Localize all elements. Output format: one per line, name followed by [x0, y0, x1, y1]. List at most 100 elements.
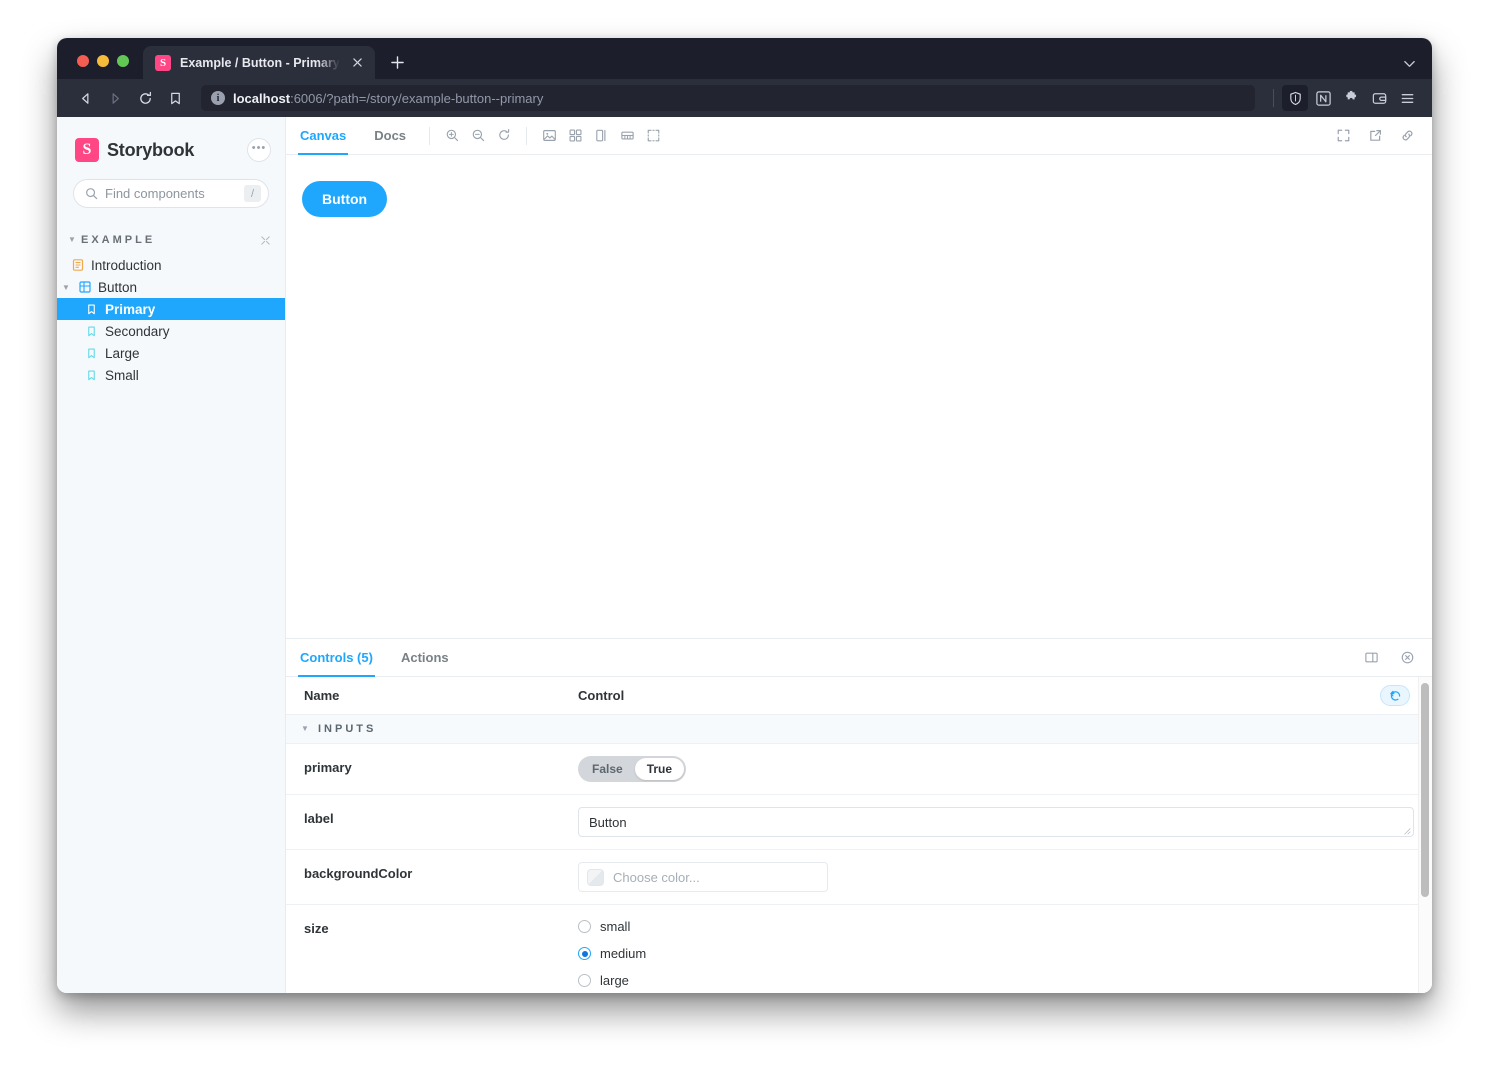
brave-shields-icon[interactable] — [1282, 85, 1308, 111]
color-swatch-icon[interactable] — [587, 868, 604, 886]
reset-controls-icon[interactable] — [1380, 685, 1410, 706]
window-close-button[interactable] — [77, 55, 89, 67]
radio-option-small[interactable]: small — [578, 919, 1414, 934]
open-in-new-tab-icon[interactable] — [1362, 123, 1388, 149]
close-panel-icon[interactable] — [1394, 645, 1420, 671]
sidebar-item-button[interactable]: ▼ Button — [57, 276, 285, 298]
radio-icon[interactable] — [578, 920, 591, 933]
panel-scrollbar-track[interactable] — [1418, 677, 1432, 993]
control-row-size: size small medium large — [286, 904, 1432, 993]
control-name-cell: primary — [286, 743, 578, 795]
window-maximize-button[interactable] — [117, 55, 129, 67]
browser-tab[interactable]: S Example / Button - Primary • St — [143, 46, 375, 79]
toggle-option-false[interactable]: False — [580, 758, 635, 780]
outline-icon[interactable] — [614, 123, 640, 149]
column-header-control-label: Control — [578, 688, 625, 703]
collapse-all-icon[interactable] — [260, 235, 271, 246]
document-icon — [71, 259, 84, 272]
panel-position-icon[interactable] — [1358, 645, 1384, 671]
background-color-input[interactable]: Choose color... — [578, 862, 828, 892]
tab-canvas[interactable]: Canvas — [286, 117, 360, 155]
panel-scrollbar-thumb[interactable] — [1421, 683, 1429, 897]
reload-icon[interactable] — [131, 84, 159, 112]
toggle-option-true[interactable]: True — [634, 758, 685, 780]
fullscreen-icon[interactable] — [1330, 123, 1356, 149]
tab-canvas-label: Canvas — [300, 128, 347, 143]
grid-icon[interactable] — [562, 123, 588, 149]
sidebar-item-primary[interactable]: Primary — [57, 298, 285, 320]
info-icon[interactable]: i — [211, 91, 225, 105]
boolean-toggle-primary[interactable]: False True — [578, 756, 687, 782]
sidebar-item-secondary[interactable]: Secondary — [57, 320, 285, 342]
story-icon — [85, 325, 98, 338]
control-name: primary — [304, 760, 352, 775]
measure-icon[interactable] — [588, 123, 614, 149]
addons-panel-actions — [1358, 645, 1420, 671]
canvas-toolbar: Canvas Docs — [286, 117, 1432, 155]
color-placeholder: Choose color... — [613, 869, 700, 885]
tab-actions[interactable]: Actions — [387, 639, 463, 677]
extensions-puzzle-icon[interactable] — [1338, 85, 1364, 111]
storybook-brand[interactable]: S Storybook ••• — [57, 131, 285, 165]
canvas-toolbar-right — [1330, 123, 1420, 149]
controls-section-inputs[interactable]: ▼ INPUTS — [286, 714, 1432, 744]
sidebar-item-large[interactable]: Large — [57, 342, 285, 364]
storybook-logo-icon: S — [75, 138, 99, 162]
favicon-letter: S — [159, 56, 167, 69]
control-value-cell: False True — [578, 743, 1432, 795]
control-row-label: label Button — [286, 794, 1432, 850]
sidebar-item-label: Button — [98, 279, 138, 295]
tab-docs[interactable]: Docs — [360, 117, 420, 155]
forward-arrow-icon[interactable] — [101, 84, 129, 112]
sidebar-item-label: Introduction — [91, 257, 162, 273]
zoom-reset-icon[interactable] — [491, 123, 517, 149]
logo-letter: S — [82, 141, 92, 158]
sidebar-item-introduction[interactable]: Introduction — [57, 254, 285, 276]
controls-table-head: Name Control — [286, 677, 1432, 715]
back-arrow-icon[interactable] — [71, 84, 99, 112]
zoom-in-icon[interactable] — [439, 123, 465, 149]
viewport-focus-icon[interactable] — [640, 123, 666, 149]
label-text-input[interactable]: Button — [578, 807, 1414, 837]
toolbar-divider — [429, 126, 431, 145]
addons-panel-tabs: Controls (5) Actions — [286, 639, 1432, 677]
radio-icon[interactable] — [578, 974, 591, 987]
tab-title-main: Example / Button - Primary — [180, 55, 340, 70]
radio-option-large[interactable]: large — [578, 973, 1414, 988]
radio-option-medium[interactable]: medium — [578, 946, 1414, 961]
new-tab-button[interactable] — [383, 48, 411, 76]
browser-menu-icon[interactable] — [1394, 85, 1420, 111]
label-text-value: Button — [589, 814, 627, 830]
bookmark-icon[interactable] — [161, 84, 189, 112]
sidebar-group-example[interactable]: ▼ EXAMPLE — [57, 230, 285, 250]
story-primary-button[interactable]: Button — [302, 181, 388, 217]
url-host: localhost — [233, 90, 291, 106]
notion-extension-icon[interactable] — [1310, 85, 1336, 111]
chevron-down-icon: ▼ — [62, 282, 70, 292]
tab-controls[interactable]: Controls (5) — [286, 639, 387, 677]
close-icon[interactable] — [349, 55, 365, 71]
zoom-out-icon[interactable] — [465, 123, 491, 149]
resize-handle-icon[interactable] — [1402, 826, 1411, 835]
storybook-favicon-icon: S — [155, 54, 171, 71]
story-canvas: Button — [286, 155, 1432, 639]
column-header-control: Control — [578, 677, 1380, 715]
control-value-cell: small medium large — [578, 904, 1432, 993]
tab-actions-label: Actions — [400, 650, 449, 665]
background-image-icon[interactable] — [536, 123, 562, 149]
search-shortcut-badge: / — [244, 185, 261, 202]
control-name: backgroundColor — [304, 866, 413, 881]
control-row-backgroundcolor: backgroundColor Choose color... — [286, 849, 1432, 905]
radio-label: large — [600, 973, 629, 988]
ellipsis-icon[interactable]: ••• — [247, 138, 271, 162]
copy-link-icon[interactable] — [1394, 123, 1420, 149]
sidebar-item-label: Secondary — [105, 323, 170, 339]
search-input[interactable]: Find components / — [73, 179, 269, 208]
url-bar[interactable]: i localhost:6006/?path=/story/example-bu… — [201, 85, 1255, 111]
window-minimize-button[interactable] — [97, 55, 109, 67]
wallet-icon[interactable] — [1366, 85, 1392, 111]
sidebar-tree: Introduction ▼ Button Primary Secondary … — [57, 254, 285, 386]
radio-icon-selected[interactable] — [578, 947, 591, 960]
tabstrip-menu-button[interactable] — [1403, 57, 1432, 79]
sidebar-item-small[interactable]: Small — [57, 364, 285, 386]
